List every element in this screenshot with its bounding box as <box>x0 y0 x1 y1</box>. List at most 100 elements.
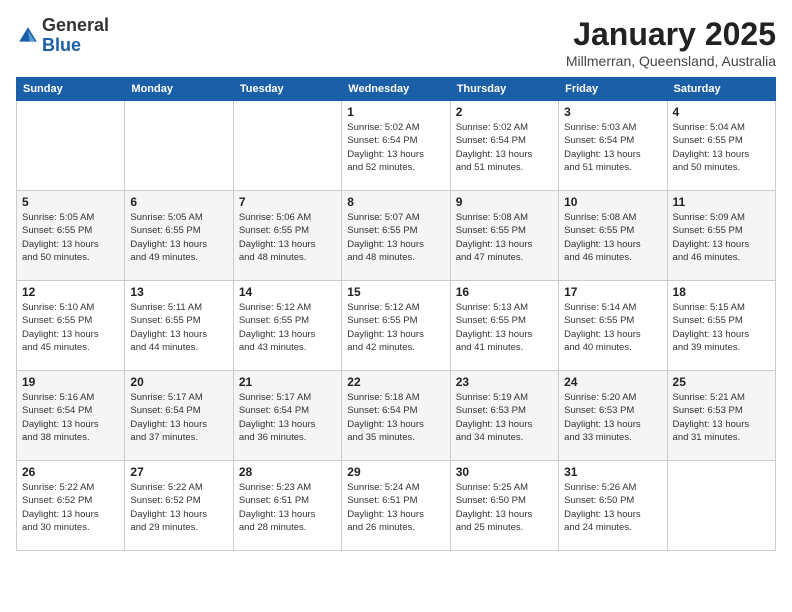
day-number: 5 <box>22 195 119 209</box>
day-info: Sunrise: 5:25 AM Sunset: 6:50 PM Dayligh… <box>456 481 553 534</box>
day-number: 17 <box>564 285 661 299</box>
day-info: Sunrise: 5:12 AM Sunset: 6:55 PM Dayligh… <box>347 301 444 354</box>
day-info: Sunrise: 5:17 AM Sunset: 6:54 PM Dayligh… <box>130 391 227 444</box>
day-number: 21 <box>239 375 336 389</box>
header-row: SundayMondayTuesdayWednesdayThursdayFrid… <box>17 78 776 101</box>
day-cell: 30 Sunrise: 5:25 AM Sunset: 6:50 PM Dayli… <box>450 461 558 551</box>
day-cell: 1 Sunrise: 5:02 AM Sunset: 6:54 PM Daylig… <box>342 101 450 191</box>
day-info: Sunrise: 5:16 AM Sunset: 6:54 PM Dayligh… <box>22 391 119 444</box>
day-number: 29 <box>347 465 444 479</box>
day-info: Sunrise: 5:13 AM Sunset: 6:55 PM Dayligh… <box>456 301 553 354</box>
day-number: 24 <box>564 375 661 389</box>
day-info: Sunrise: 5:02 AM Sunset: 6:54 PM Dayligh… <box>456 121 553 174</box>
day-number: 23 <box>456 375 553 389</box>
day-cell: 9 Sunrise: 5:08 AM Sunset: 6:55 PM Daylig… <box>450 191 558 281</box>
day-cell: 18 Sunrise: 5:15 AM Sunset: 6:55 PM Dayli… <box>667 281 775 371</box>
week-row-3: 12 Sunrise: 5:10 AM Sunset: 6:55 PM Dayli… <box>17 281 776 371</box>
title-block: January 2025 Millmerran, Queensland, Aus… <box>566 16 776 69</box>
day-info: Sunrise: 5:22 AM Sunset: 6:52 PM Dayligh… <box>22 481 119 534</box>
column-header-thursday: Thursday <box>450 78 558 101</box>
day-number: 19 <box>22 375 119 389</box>
day-number: 8 <box>347 195 444 209</box>
day-number: 11 <box>673 195 770 209</box>
day-info: Sunrise: 5:11 AM Sunset: 6:55 PM Dayligh… <box>130 301 227 354</box>
day-cell: 15 Sunrise: 5:12 AM Sunset: 6:55 PM Dayli… <box>342 281 450 371</box>
week-row-4: 19 Sunrise: 5:16 AM Sunset: 6:54 PM Dayli… <box>17 371 776 461</box>
location-subtitle: Millmerran, Queensland, Australia <box>566 53 776 69</box>
day-number: 18 <box>673 285 770 299</box>
day-cell: 10Sunrise: 5:08 AM Sunset: 6:55 PM Dayli… <box>559 191 667 281</box>
column-header-sunday: Sunday <box>17 78 125 101</box>
month-title: January 2025 <box>566 16 776 53</box>
day-cell: 21 Sunrise: 5:17 AM Sunset: 6:54 PM Dayli… <box>233 371 341 461</box>
day-cell: 25Sunrise: 5:21 AM Sunset: 6:53 PM Dayli… <box>667 371 775 461</box>
day-info: Sunrise: 5:20 AM Sunset: 6:53 PM Dayligh… <box>564 391 661 444</box>
day-cell <box>667 461 775 551</box>
day-info: Sunrise: 5:15 AM Sunset: 6:55 PM Dayligh… <box>673 301 770 354</box>
day-number: 27 <box>130 465 227 479</box>
day-number: 9 <box>456 195 553 209</box>
day-number: 10 <box>564 195 661 209</box>
day-info: Sunrise: 5:12 AM Sunset: 6:55 PM Dayligh… <box>239 301 336 354</box>
day-cell: 27Sunrise: 5:22 AM Sunset: 6:52 PM Dayli… <box>125 461 233 551</box>
day-number: 12 <box>22 285 119 299</box>
day-info: Sunrise: 5:02 AM Sunset: 6:54 PM Dayligh… <box>347 121 444 174</box>
day-number: 2 <box>456 105 553 119</box>
day-info: Sunrise: 5:10 AM Sunset: 6:55 PM Dayligh… <box>22 301 119 354</box>
day-info: Sunrise: 5:05 AM Sunset: 6:55 PM Dayligh… <box>22 211 119 264</box>
column-header-tuesday: Tuesday <box>233 78 341 101</box>
day-number: 15 <box>347 285 444 299</box>
day-cell: 26 Sunrise: 5:22 AM Sunset: 6:52 PM Dayli… <box>17 461 125 551</box>
day-cell: 17Sunrise: 5:14 AM Sunset: 6:55 PM Dayli… <box>559 281 667 371</box>
day-info: Sunrise: 5:19 AM Sunset: 6:53 PM Dayligh… <box>456 391 553 444</box>
column-header-monday: Monday <box>125 78 233 101</box>
week-row-1: 1 Sunrise: 5:02 AM Sunset: 6:54 PM Daylig… <box>17 101 776 191</box>
day-number: 13 <box>130 285 227 299</box>
logo-icon <box>16 24 40 48</box>
day-number: 31 <box>564 465 661 479</box>
day-cell: 2 Sunrise: 5:02 AM Sunset: 6:54 PM Daylig… <box>450 101 558 191</box>
day-cell: 8 Sunrise: 5:07 AM Sunset: 6:55 PM Daylig… <box>342 191 450 281</box>
day-cell: 16 Sunrise: 5:13 AM Sunset: 6:55 PM Dayli… <box>450 281 558 371</box>
calendar-table: SundayMondayTuesdayWednesdayThursdayFrid… <box>16 77 776 551</box>
day-cell: 22Sunrise: 5:18 AM Sunset: 6:54 PM Dayli… <box>342 371 450 461</box>
day-cell <box>233 101 341 191</box>
day-info: Sunrise: 5:08 AM Sunset: 6:55 PM Dayligh… <box>456 211 553 264</box>
day-cell: 3 Sunrise: 5:03 AM Sunset: 6:54 PM Daylig… <box>559 101 667 191</box>
day-number: 22 <box>347 375 444 389</box>
day-number: 20 <box>130 375 227 389</box>
column-header-wednesday: Wednesday <box>342 78 450 101</box>
day-info: Sunrise: 5:09 AM Sunset: 6:55 PM Dayligh… <box>673 211 770 264</box>
day-number: 26 <box>22 465 119 479</box>
day-info: Sunrise: 5:24 AM Sunset: 6:51 PM Dayligh… <box>347 481 444 534</box>
day-info: Sunrise: 5:26 AM Sunset: 6:50 PM Dayligh… <box>564 481 661 534</box>
logo-blue: Blue <box>42 35 81 55</box>
day-cell: 4Sunrise: 5:04 AM Sunset: 6:55 PM Daylig… <box>667 101 775 191</box>
day-number: 16 <box>456 285 553 299</box>
day-number: 14 <box>239 285 336 299</box>
day-info: Sunrise: 5:17 AM Sunset: 6:54 PM Dayligh… <box>239 391 336 444</box>
day-number: 30 <box>456 465 553 479</box>
day-info: Sunrise: 5:07 AM Sunset: 6:55 PM Dayligh… <box>347 211 444 264</box>
column-header-saturday: Saturday <box>667 78 775 101</box>
day-cell: 6 Sunrise: 5:05 AM Sunset: 6:55 PM Daylig… <box>125 191 233 281</box>
day-number: 6 <box>130 195 227 209</box>
day-cell: 29 Sunrise: 5:24 AM Sunset: 6:51 PM Dayli… <box>342 461 450 551</box>
day-info: Sunrise: 5:05 AM Sunset: 6:55 PM Dayligh… <box>130 211 227 264</box>
day-cell: 12 Sunrise: 5:10 AM Sunset: 6:55 PM Dayli… <box>17 281 125 371</box>
day-number: 7 <box>239 195 336 209</box>
day-cell: 14 Sunrise: 5:12 AM Sunset: 6:55 PM Dayli… <box>233 281 341 371</box>
day-number: 1 <box>347 105 444 119</box>
column-header-friday: Friday <box>559 78 667 101</box>
day-cell: 28Sunrise: 5:23 AM Sunset: 6:51 PM Dayli… <box>233 461 341 551</box>
day-info: Sunrise: 5:21 AM Sunset: 6:53 PM Dayligh… <box>673 391 770 444</box>
day-cell: 24 Sunrise: 5:20 AM Sunset: 6:53 PM Dayli… <box>559 371 667 461</box>
day-cell: 11 Sunrise: 5:09 AM Sunset: 6:55 PM Dayli… <box>667 191 775 281</box>
day-cell <box>125 101 233 191</box>
day-number: 28 <box>239 465 336 479</box>
day-number: 3 <box>564 105 661 119</box>
day-cell: 20 Sunrise: 5:17 AM Sunset: 6:54 PM Dayli… <box>125 371 233 461</box>
logo: General Blue <box>16 16 109 56</box>
week-row-5: 26 Sunrise: 5:22 AM Sunset: 6:52 PM Dayli… <box>17 461 776 551</box>
day-info: Sunrise: 5:03 AM Sunset: 6:54 PM Dayligh… <box>564 121 661 174</box>
